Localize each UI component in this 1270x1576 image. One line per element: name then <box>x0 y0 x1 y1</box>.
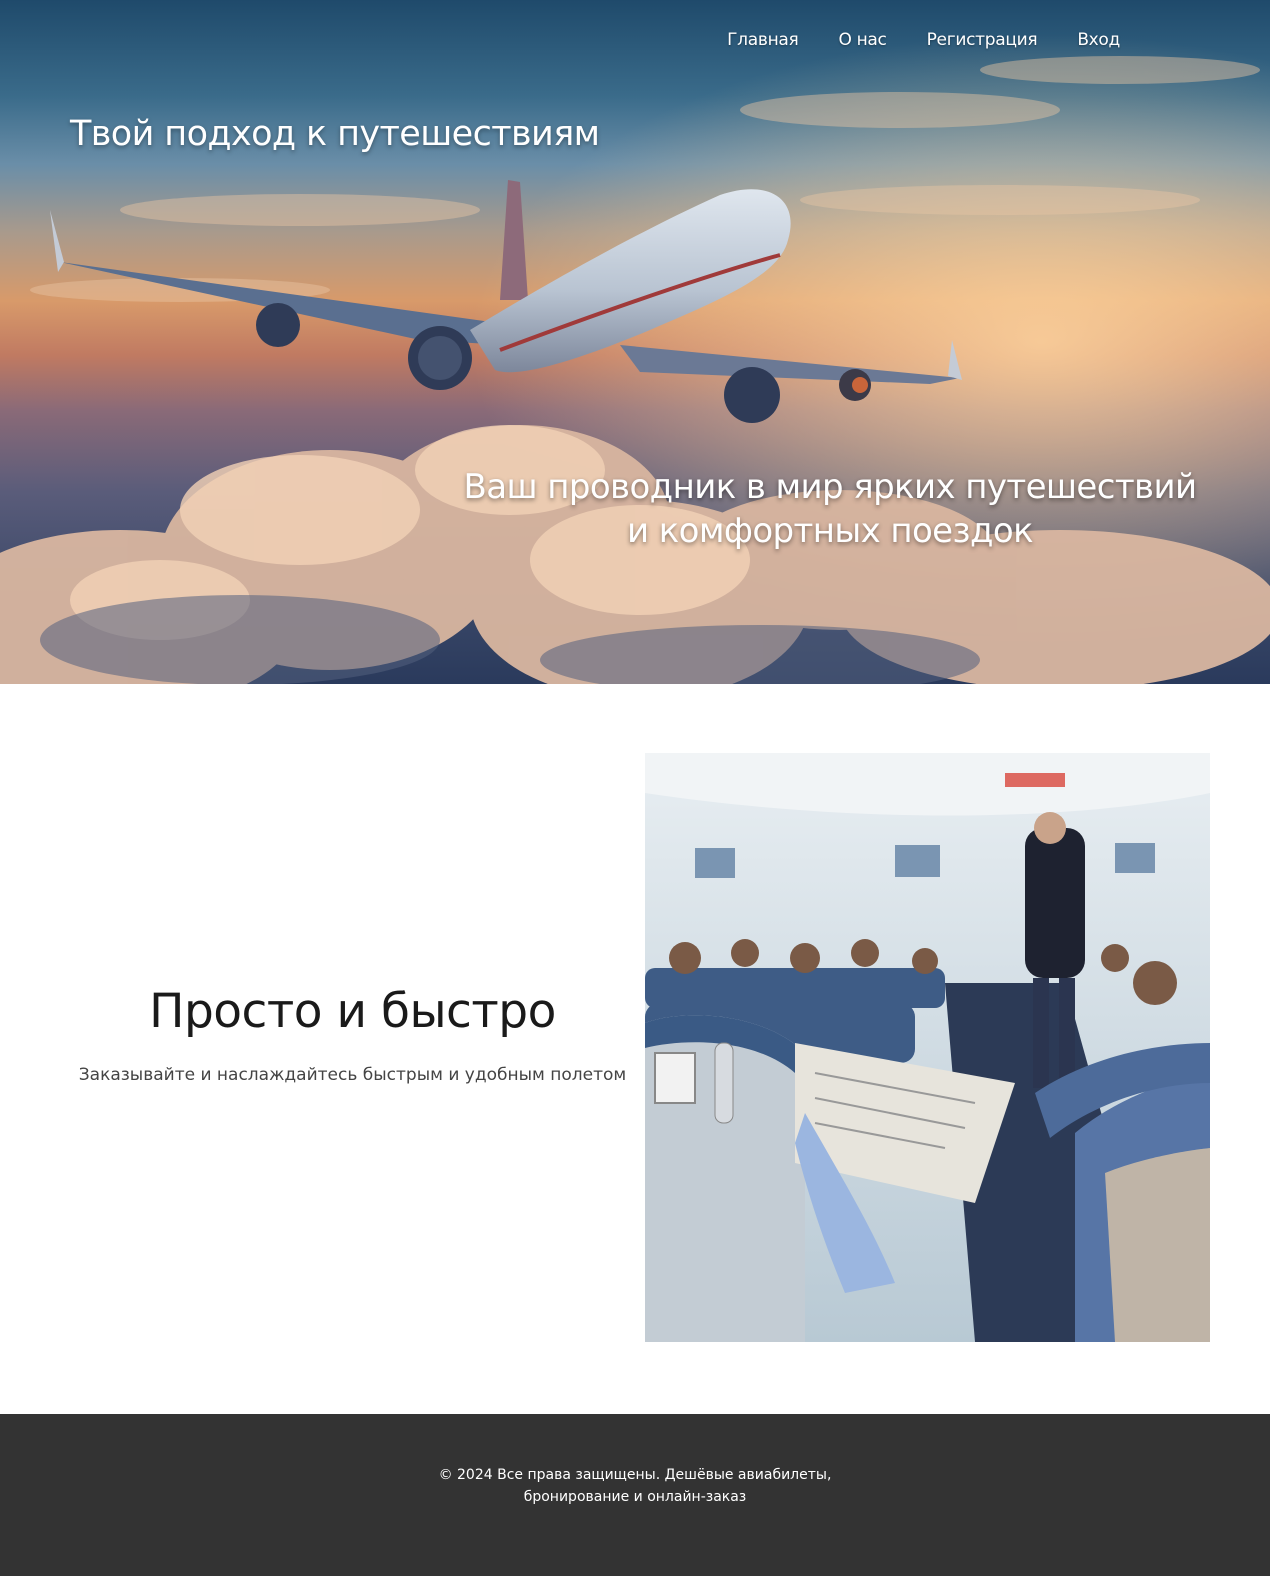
feature-description: Заказывайте и наслаждайтесь быстрым и уд… <box>78 1065 627 1085</box>
cabin-photo <box>645 753 1210 1342</box>
nav-link-about[interactable]: О нас <box>838 30 886 50</box>
hero-subtitle: Ваш проводник в мир ярких путешествий и … <box>463 467 1198 551</box>
main-nav: Главная О нас Регистрация Вход <box>727 30 1120 50</box>
nav-link-home[interactable]: Главная <box>727 30 799 50</box>
cabin-photo-illustration <box>645 753 1210 1342</box>
hero-airplane-image <box>0 0 1270 684</box>
feature-heading: Просто и быстро <box>149 984 556 1039</box>
hero-title: Твой подход к путешествиям <box>70 114 600 154</box>
nav-link-login[interactable]: Вход <box>1077 30 1120 50</box>
feature-section: Просто и быстро Заказывайте и наслаждайт… <box>0 684 1270 1414</box>
nav-link-register[interactable]: Регистрация <box>927 30 1038 50</box>
footer: © 2024 Все права защищены. Дешёвые авиаб… <box>0 1414 1270 1576</box>
hero-section: Главная О нас Регистрация Вход Твой подх… <box>0 0 1270 684</box>
feature-text-block: Просто и быстро Заказывайте и наслаждайт… <box>60 984 645 1085</box>
footer-copyright: © 2024 Все права защищены. Дешёвые авиаб… <box>438 1467 832 1505</box>
